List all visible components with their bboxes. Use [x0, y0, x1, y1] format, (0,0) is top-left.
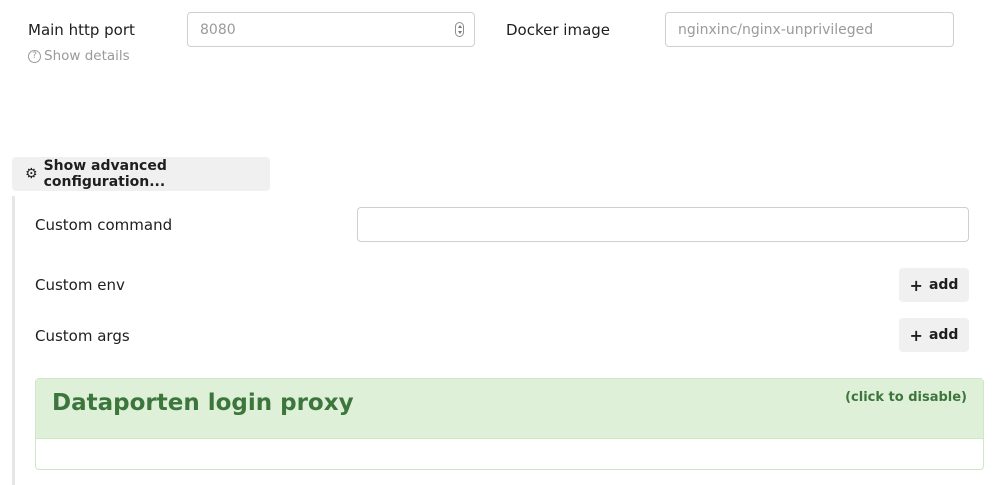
login-proxy-title: Dataporten login proxy — [52, 390, 354, 416]
gear-icon: ⚙ — [25, 166, 38, 182]
main-http-port-label: Main http port — [28, 21, 135, 39]
show-advanced-configuration-label: Show advanced configuration... — [43, 158, 167, 190]
custom-args-add-label: add — [928, 327, 959, 343]
custom-env-add-button[interactable]: + add — [899, 268, 969, 302]
custom-args-label: Custom args — [35, 327, 130, 345]
number-spinner-icon[interactable] — [455, 22, 464, 37]
main-http-port-input[interactable]: 8080 — [187, 12, 475, 47]
show-details-link[interactable]: ? Show details — [28, 48, 130, 64]
docker-image-input[interactable]: nginxinc/nginx-unprivileged — [665, 12, 954, 47]
custom-command-label: Custom command — [35, 216, 173, 234]
docker-image-placeholder: nginxinc/nginx-unprivileged — [678, 21, 874, 38]
plus-icon: + — [909, 275, 923, 295]
login-proxy-header[interactable]: Dataporten login proxy (click to disable… — [36, 379, 983, 439]
show-details-label: Show details — [44, 48, 130, 64]
custom-env-add-label: add — [928, 277, 959, 293]
plus-icon: + — [909, 325, 923, 345]
custom-args-add-button[interactable]: + add — [899, 318, 969, 352]
custom-env-label: Custom env — [35, 276, 125, 294]
custom-command-input[interactable] — [357, 207, 969, 242]
main-http-port-value: 8080 — [200, 21, 236, 38]
login-proxy-disable-toggle[interactable]: (click to disable) — [845, 390, 967, 405]
docker-image-label: Docker image — [506, 21, 611, 39]
advanced-section-border — [12, 196, 15, 485]
show-advanced-configuration-button[interactable]: ⚙ Show advanced configuration... — [12, 157, 270, 191]
login-proxy-panel: Dataporten login proxy (click to disable… — [35, 378, 984, 470]
question-circle-icon: ? — [28, 49, 41, 63]
